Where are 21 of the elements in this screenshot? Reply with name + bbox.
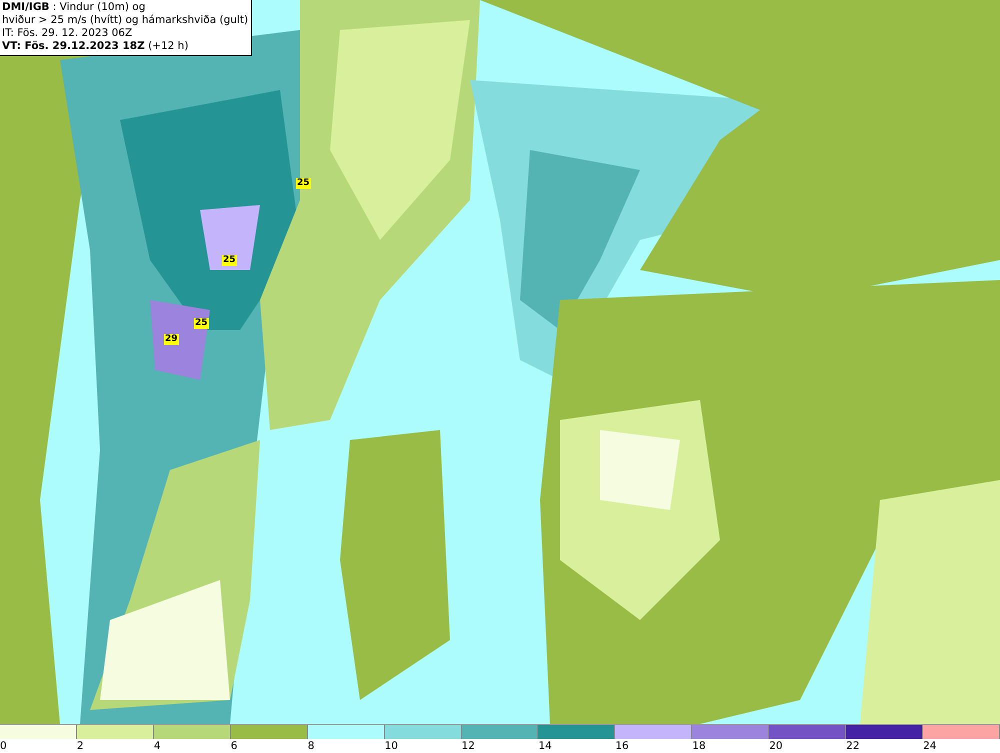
header-text: IT: Fös. 29. 12. 2023 06Z xyxy=(2,27,134,40)
legend-label: 6 xyxy=(230,739,238,753)
legend-label: 0 xyxy=(0,739,7,753)
header-text: DMI/IGB : Vindur (10m) og xyxy=(2,1,146,14)
legend-label: 12 xyxy=(462,739,475,753)
legend-label: 4 xyxy=(154,739,161,753)
gust-label: 25 xyxy=(222,255,237,266)
legend-label: 22 xyxy=(846,739,860,753)
legend-label: 24 xyxy=(923,739,936,753)
legend-label: 14 xyxy=(538,739,552,753)
gust-label: 29 xyxy=(164,334,179,345)
legend-label: 18 xyxy=(692,739,706,753)
gust-label: 25 xyxy=(296,178,311,189)
legend-label: 10 xyxy=(384,739,398,753)
header-text: VT: Fös. 29.12.2023 18Z (+12 h) xyxy=(2,40,190,53)
legend-label: 20 xyxy=(769,739,783,753)
legend-label: 2 xyxy=(76,739,84,753)
gust-label: 25 xyxy=(194,318,209,329)
header-text: hviður > 25 m/s (hvítt) og hámarkshviða (gult) xyxy=(2,14,248,27)
legend-label: 16 xyxy=(615,739,629,753)
legend-label: 8 xyxy=(308,739,314,753)
